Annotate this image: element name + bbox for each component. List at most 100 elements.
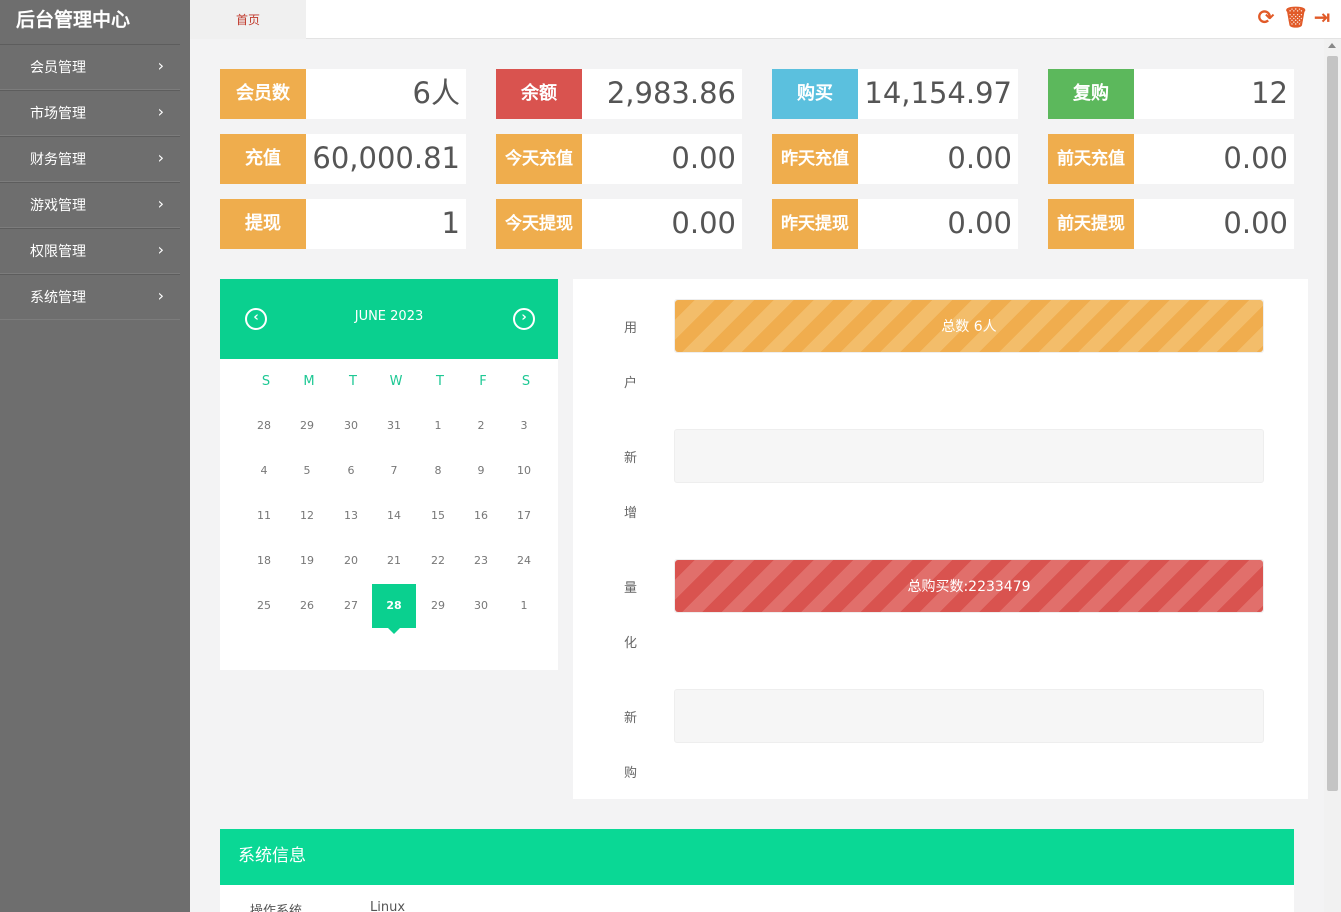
sidebar-item-label: 会员管理: [30, 60, 86, 76]
stat-label: 今天充值: [496, 134, 582, 184]
stats-chart-panel: 用户新增量化新购 总数 6人 总购买数:2233479: [573, 279, 1308, 799]
stat-card: 复购 12: [1048, 69, 1294, 119]
top-bar: 首页 ⟳ 🗑 ⇥: [190, 0, 1341, 39]
stat-value: 6人: [412, 76, 460, 110]
top-icons: ⟳ 🗑 ⇥: [1255, 6, 1333, 28]
calendar-header: ‹ JUNE 2023 ›: [220, 279, 558, 359]
calendar-day[interactable]: 26: [285, 584, 329, 628]
refresh-icon[interactable]: ⟳: [1255, 6, 1277, 28]
sidebar-item-1[interactable]: 市场管理 ›: [0, 90, 180, 136]
stat-card: 今天充值 0.00: [496, 134, 742, 184]
stat-card: 提现 1: [220, 199, 466, 249]
calendar-day[interactable]: 24: [502, 539, 546, 583]
scrollbar[interactable]: [1324, 39, 1341, 912]
stat-label: 昨天提现: [772, 199, 858, 249]
system-info-rows: 操作系统 Linux: [220, 885, 1294, 912]
sidebar-item-label: 财务管理: [30, 152, 86, 168]
stat-label: 前天充值: [1048, 134, 1134, 184]
calendar-day[interactable]: 11: [242, 494, 286, 538]
calendar-day[interactable]: 31: [372, 404, 416, 448]
calendar-day[interactable]: 29: [416, 584, 460, 628]
stat-label: 会员数: [220, 69, 306, 119]
calendar-day[interactable]: 13: [329, 494, 373, 538]
system-info-key: 操作系统: [250, 904, 303, 912]
sidebar-menu: 会员管理 › 市场管理 › 财务管理 › 游戏管理 › 权限管理 › 系统管理 ›: [0, 44, 190, 320]
sidebar-item-label: 系统管理: [30, 290, 86, 306]
calendar-day[interactable]: 3: [502, 404, 546, 448]
calendar-day[interactable]: 30: [459, 584, 503, 628]
app-title: 后台管理中心: [16, 9, 131, 31]
stat-card: 购买 14,154.97: [772, 69, 1018, 119]
sidebar-item-2[interactable]: 财务管理 ›: [0, 136, 180, 182]
calendar-day[interactable]: 30: [329, 404, 373, 448]
sidebar-item-5[interactable]: 系统管理 ›: [0, 274, 180, 320]
stat-label: 充值: [220, 134, 306, 184]
calendar-day[interactable]: 5: [285, 449, 329, 493]
calendar-day[interactable]: 25: [242, 584, 286, 628]
stat-label: 复购: [1048, 69, 1134, 119]
calendar-day[interactable]: 7: [372, 449, 416, 493]
calendar-day[interactable]: 27: [329, 584, 373, 628]
stat-value: 1: [441, 206, 460, 240]
chart-side-label: 化: [624, 636, 638, 651]
calendar-day[interactable]: 1: [502, 584, 546, 628]
stat-value: 0.00: [947, 206, 1012, 240]
stat-label: 今天提现: [496, 199, 582, 249]
calendar-day-today[interactable]: 28: [372, 584, 416, 634]
weekday-header: T: [436, 374, 444, 389]
calendar-day[interactable]: 10: [502, 449, 546, 493]
calendar-day[interactable]: 6: [329, 449, 373, 493]
calendar-day[interactable]: 23: [459, 539, 503, 583]
calendar-title: JUNE 2023: [354, 309, 424, 324]
calendar-day[interactable]: 9: [459, 449, 503, 493]
sidebar-item-label: 市场管理: [30, 106, 86, 122]
chevron-right-icon: ›: [157, 102, 164, 121]
progress-bar: [674, 429, 1264, 483]
calendar-day[interactable]: 8: [416, 449, 460, 493]
weekday-header: F: [479, 374, 487, 389]
weekday-header: S: [521, 374, 531, 389]
calendar-day[interactable]: 17: [502, 494, 546, 538]
calendar-day[interactable]: 29: [285, 404, 329, 448]
sidebar-item-4[interactable]: 权限管理 ›: [0, 228, 180, 274]
chart-side-label: 新: [624, 451, 638, 466]
stat-card: 前天充值 0.00: [1048, 134, 1294, 184]
trash-icon[interactable]: 🗑: [1283, 6, 1308, 28]
sidebar-item-label: 权限管理: [30, 244, 86, 260]
chevron-right-icon: ›: [157, 286, 164, 305]
chevron-right-icon: ›: [157, 148, 164, 167]
calendar-day[interactable]: 16: [459, 494, 503, 538]
calendar-day[interactable]: 2: [459, 404, 503, 448]
stat-card: 前天提现 0.00: [1048, 199, 1294, 249]
calendar: ‹ JUNE 2023 › S M T W T F S 28 29 30 31 1 2 3 4 5 6 7 8 9 10…: [220, 279, 558, 670]
calendar-day[interactable]: 28: [242, 404, 286, 448]
stat-value: 0.00: [1223, 206, 1288, 240]
sidebar: 后台管理中心 会员管理 › 市场管理 › 财务管理 › 游戏管理 › 权限管理 › 系统管理 ›: [0, 0, 190, 912]
system-info-row: 操作系统 Linux: [220, 885, 1294, 912]
calendar-day[interactable]: 19: [285, 539, 329, 583]
sidebar-item-3[interactable]: 游戏管理 ›: [0, 182, 180, 228]
chart-side-label: 户: [624, 376, 638, 391]
calendar-day[interactable]: 22: [416, 539, 460, 583]
sidebar-item-0[interactable]: 会员管理 ›: [0, 44, 180, 90]
calendar-day[interactable]: 21: [372, 539, 416, 583]
progress-bar-text: 总数 6人: [941, 319, 997, 335]
calendar-day[interactable]: 1: [416, 404, 460, 448]
tab-home[interactable]: 首页: [190, 0, 306, 39]
scroll-thumb[interactable]: [1327, 56, 1338, 791]
calendar-next-icon[interactable]: ›: [513, 308, 535, 330]
calendar-day[interactable]: 15: [416, 494, 460, 538]
calendar-day[interactable]: 12: [285, 494, 329, 538]
calendar-day[interactable]: 20: [329, 539, 373, 583]
calendar-day[interactable]: 4: [242, 449, 286, 493]
chevron-right-icon: ›: [157, 56, 164, 75]
scroll-up-arrow[interactable]: [1328, 43, 1336, 48]
stat-label: 购买: [772, 69, 858, 119]
weekday-header: W: [389, 374, 403, 389]
logout-icon[interactable]: ⇥: [1311, 6, 1333, 28]
progress-bar-text: 总购买数:2233479: [907, 579, 1031, 595]
stat-card: 今天提现 0.00: [496, 199, 742, 249]
system-info: 系统信息 操作系统 Linux: [220, 829, 1294, 912]
calendar-day[interactable]: 14: [372, 494, 416, 538]
calendar-day[interactable]: 18: [242, 539, 286, 583]
